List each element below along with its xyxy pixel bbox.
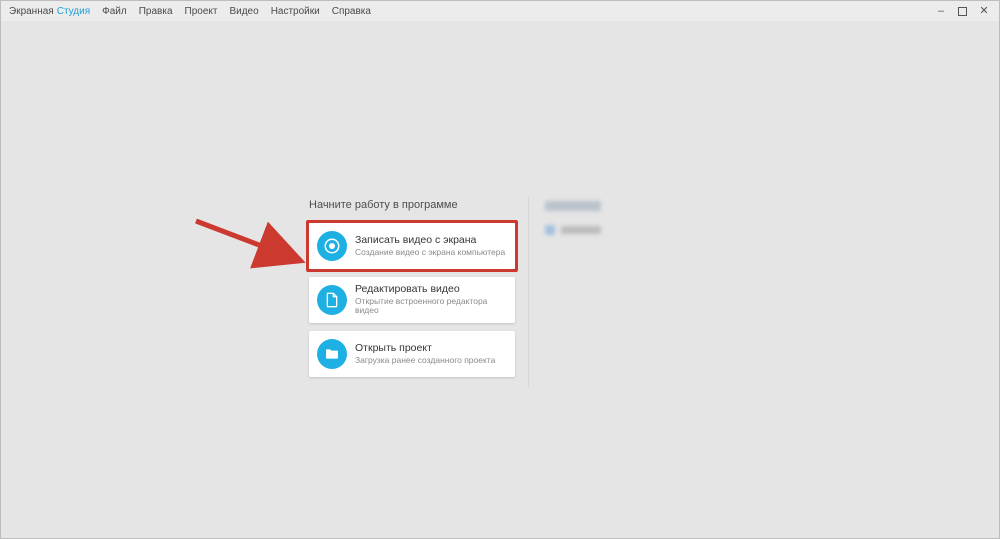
app-brand: Экранная Студия	[9, 6, 90, 17]
annotation-arrow	[191, 213, 321, 283]
recent-item[interactable]	[545, 225, 625, 235]
window-maximize-button[interactable]	[958, 7, 967, 16]
window-controls	[934, 4, 991, 18]
card-edit-text: Редактировать видео Открытие встроенного…	[355, 284, 507, 315]
card-edit-video[interactable]: Редактировать видео Открытие встроенного…	[309, 277, 515, 323]
document-icon	[317, 285, 347, 315]
vertical-divider	[528, 197, 529, 387]
card-record-text: Записать видео с экрана Создание видео с…	[355, 235, 505, 257]
card-record-screen[interactable]: Записать видео с экрана Создание видео с…	[309, 223, 515, 269]
record-icon	[317, 231, 347, 261]
window-minimize-button[interactable]	[934, 4, 948, 18]
card-open-subtitle: Загрузка ранее созданного проекта	[355, 356, 495, 365]
start-screen: Начните работу в программе Записать виде…	[1, 21, 999, 538]
card-open-project[interactable]: Открыть проект Загрузка ранее созданного…	[309, 331, 515, 377]
window-close-button[interactable]	[977, 4, 991, 18]
brand-word-1: Экранная	[9, 6, 54, 17]
card-record-subtitle: Создание видео с экрана компьютера	[355, 248, 505, 257]
menu-edit[interactable]: Правка	[139, 6, 173, 17]
start-actions-panel: Начните работу в программе Записать виде…	[309, 199, 515, 385]
recent-files-list	[545, 201, 625, 249]
start-title: Начните работу в программе	[309, 199, 515, 211]
menu-video[interactable]: Видео	[229, 6, 258, 17]
card-open-text: Открыть проект Загрузка ранее созданного…	[355, 343, 495, 365]
brand-word-2: Студия	[57, 6, 90, 17]
card-edit-subtitle: Открытие встроенного редактора видео	[355, 297, 507, 316]
menu-settings[interactable]: Настройки	[271, 6, 320, 17]
menu-file[interactable]: Файл	[102, 6, 127, 17]
recent-header	[545, 201, 625, 211]
menu-help[interactable]: Справка	[332, 6, 371, 17]
card-record-title: Записать видео с экрана	[355, 235, 505, 247]
card-open-title: Открыть проект	[355, 343, 495, 355]
menubar: Экранная Студия Файл Правка Проект Видео…	[1, 1, 999, 21]
folder-icon	[317, 339, 347, 369]
card-edit-title: Редактировать видео	[355, 284, 507, 296]
menu-project[interactable]: Проект	[185, 6, 218, 17]
